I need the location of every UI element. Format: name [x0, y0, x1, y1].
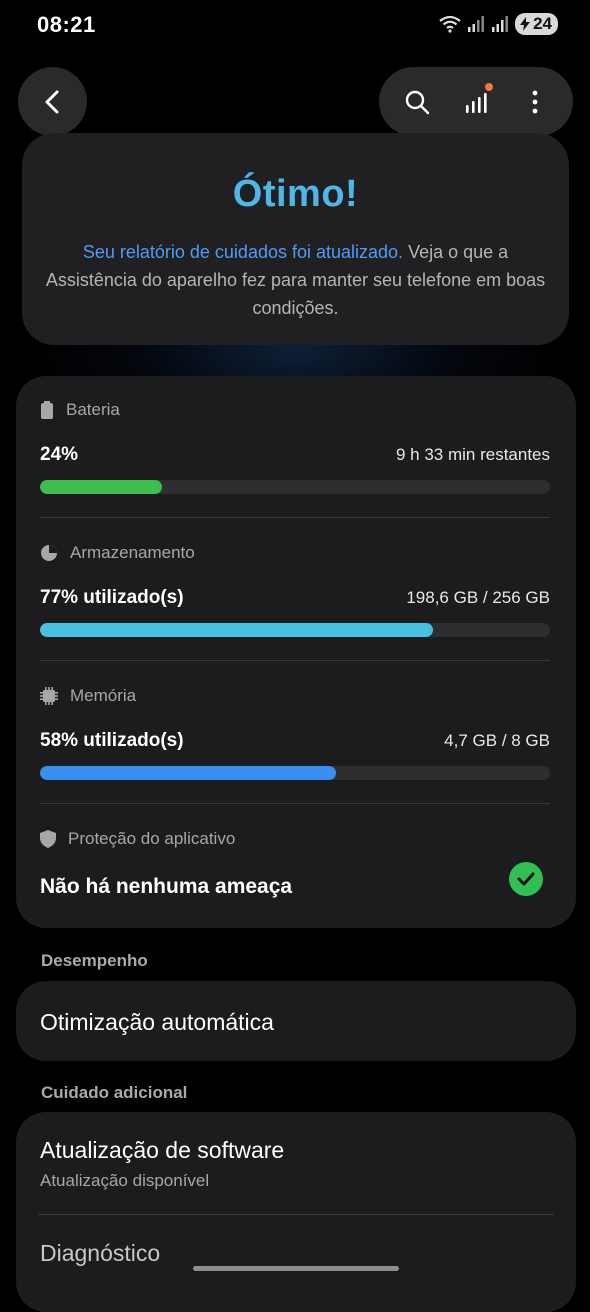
storage-icon	[41, 545, 57, 561]
memory-value: 58% utilizado(s)	[40, 730, 184, 751]
report-button[interactable]	[454, 80, 498, 124]
home-indicator[interactable]	[193, 1266, 399, 1271]
shield-icon	[40, 830, 56, 848]
hero-description: Seu relatório de cuidados foi atualizado…	[46, 238, 546, 322]
app-protection-label: Proteção do aplicativo	[68, 829, 236, 848]
app-protection-section[interactable]: Proteção do aplicativo Não há nenhuma am…	[40, 829, 550, 899]
software-update-title[interactable]: Atualização de software	[40, 1137, 284, 1164]
device-status-card: Bateria 24% 9 h 33 min restantes Armazen…	[16, 376, 576, 928]
storage-label: Armazenamento	[70, 543, 195, 562]
divider	[40, 803, 550, 804]
storage-value: 77% utilizado(s)	[40, 587, 184, 608]
auto-optimization-item[interactable]: Otimização automática	[16, 981, 576, 1061]
memory-label: Memória	[70, 686, 137, 705]
signal-icon	[492, 16, 509, 32]
battery-section[interactable]: Bateria 24% 9 h 33 min restantes	[40, 400, 550, 494]
wifi-icon	[439, 15, 461, 33]
extra-care-list: Atualização de software Atualização disp…	[16, 1112, 576, 1312]
check-icon	[509, 862, 543, 896]
battery-small-icon	[41, 401, 53, 419]
notification-dot	[484, 82, 493, 91]
performance-section-label: Desempenho	[41, 951, 148, 970]
status-icons: 24	[439, 13, 558, 35]
back-icon	[45, 90, 58, 113]
memory-progress	[40, 766, 550, 780]
battery-level: 24	[533, 14, 552, 33]
care-report-link[interactable]: Seu relatório de cuidados foi atualizado…	[83, 242, 403, 262]
signal-icon	[468, 16, 485, 32]
diagnostics-title[interactable]: Diagnóstico	[40, 1240, 160, 1267]
memory-icon	[40, 687, 58, 705]
more-options-button[interactable]	[513, 80, 557, 124]
battery-progress	[40, 480, 550, 494]
back-button[interactable]	[18, 67, 87, 136]
battery-label: Bateria	[66, 400, 120, 419]
memory-progress-fill	[40, 766, 336, 780]
search-icon	[405, 90, 429, 114]
battery-progress-fill	[40, 480, 163, 494]
hero-title: Ótimo!	[232, 173, 359, 215]
battery-remaining: 9 h 33 min restantes	[395, 445, 550, 464]
storage-progress-fill	[40, 623, 433, 637]
storage-progress	[40, 623, 550, 637]
storage-section[interactable]: Armazenamento 77% utilizado(s) 198,6 GB …	[40, 543, 550, 637]
storage-amount: 198,6 GB / 256 GB	[406, 588, 550, 607]
software-update-subtitle: Atualização disponível	[40, 1171, 210, 1190]
extra-care-section-label: Cuidado adicional	[41, 1083, 188, 1102]
memory-amount: 4,7 GB / 8 GB	[444, 731, 550, 750]
battery-icon: 24	[515, 13, 558, 35]
memory-section[interactable]: Memória 58% utilizado(s) 4,7 GB / 8 GB	[40, 686, 550, 780]
divider	[38, 1214, 554, 1215]
auto-optimization-label: Otimização automática	[40, 1009, 274, 1035]
divider	[40, 660, 550, 661]
app-protection-status: Não há nenhuma ameaça	[40, 875, 293, 898]
more-icon	[532, 90, 538, 113]
chart-icon	[465, 92, 487, 113]
status-time: 08:21	[37, 12, 96, 37]
care-report-summary: Ótimo! Seu relatório de cuidados foi atu…	[22, 133, 569, 345]
toolbar-actions	[379, 67, 573, 136]
divider	[40, 517, 550, 518]
battery-value: 24%	[40, 444, 79, 465]
search-button[interactable]	[395, 80, 439, 124]
status-bar: 08:21 24	[0, 0, 590, 50]
